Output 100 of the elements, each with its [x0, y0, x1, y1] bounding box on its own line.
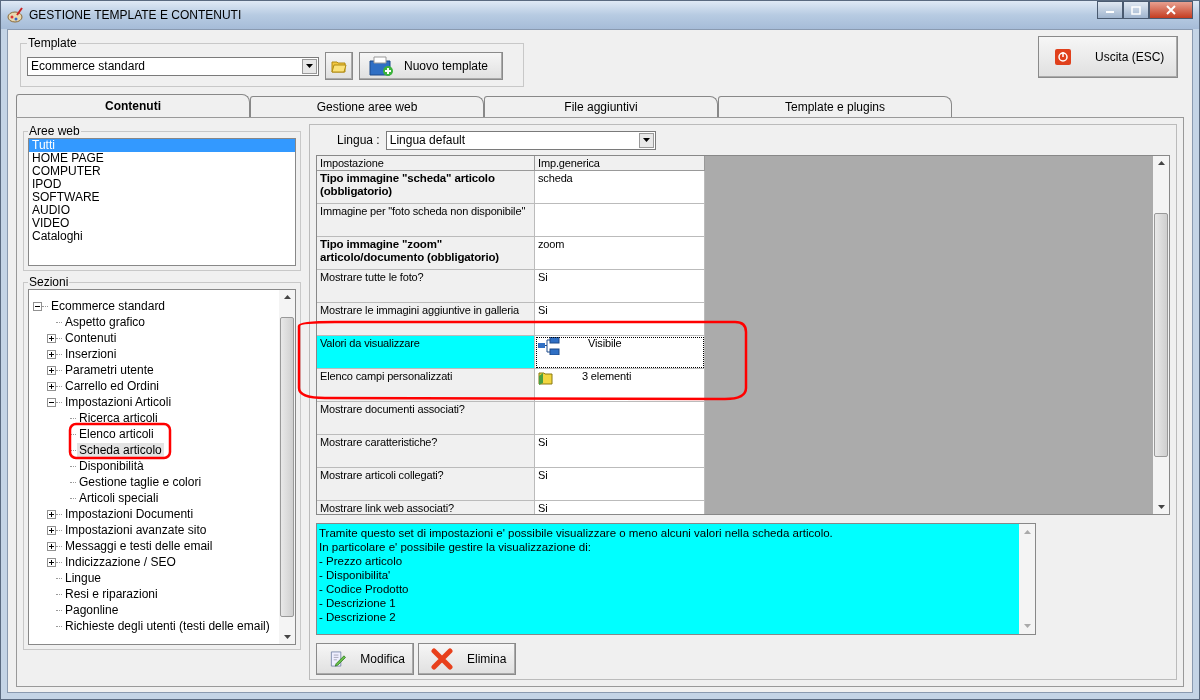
tree-item[interactable]: Parametri utente [63, 363, 156, 377]
scroll-thumb[interactable] [280, 317, 294, 617]
tree-item[interactable]: Impostazioni avanzate sito [63, 523, 209, 537]
list-item[interactable]: SOFTWARE [29, 191, 295, 204]
setting-cell[interactable]: Mostrare caratteristiche? [317, 435, 535, 468]
description-line: - Prezzo articolo [319, 554, 404, 568]
value-cell[interactable] [535, 402, 705, 435]
scroll-up-icon[interactable] [283, 295, 291, 299]
group-label: Sezioni [28, 275, 70, 289]
scroll-thumb[interactable] [1154, 213, 1168, 457]
collapse-icon[interactable] [33, 301, 42, 311]
tree-item[interactable]: Resi e riparazioni [63, 587, 160, 601]
expand-icon[interactable] [47, 509, 56, 519]
close-icon [1166, 5, 1176, 15]
tree-item[interactable]: Indicizzazione / SEO [63, 555, 178, 569]
list-item[interactable]: AUDIO [29, 204, 295, 217]
list-item[interactable]: VIDEO [29, 217, 295, 230]
tree-item[interactable]: Ricerca articoli [77, 411, 160, 425]
description-line: - Descrizione 2 [319, 610, 397, 624]
tab[interactable]: Template e plugins [718, 96, 952, 117]
value-cell[interactable] [535, 204, 705, 237]
tree-item[interactable]: Lingue [63, 571, 104, 585]
folder-icon [538, 370, 554, 386]
minimize-button[interactable] [1097, 1, 1123, 19]
setting-value: scheda [538, 172, 573, 185]
tab[interactable]: Gestione aree web [250, 96, 484, 117]
tree-item[interactable]: Elenco articoli [77, 427, 156, 441]
description-line: - Descrizione 1 [319, 596, 397, 610]
box-plus-icon [368, 55, 394, 77]
dropdown-arrow-icon [642, 138, 650, 142]
tree-item[interactable]: Impostazioni Articoli [63, 395, 174, 409]
value-cell[interactable]: Si [535, 435, 705, 468]
column-header[interactable]: Impostazione [317, 156, 535, 171]
tab[interactable]: File aggiuntivi [484, 96, 718, 117]
expand-icon[interactable] [47, 557, 56, 567]
setting-value: Si [538, 304, 548, 317]
tree-item[interactable]: Aspetto grafico [63, 315, 148, 329]
scrollbar[interactable] [1153, 156, 1169, 514]
setting-cell[interactable]: Mostrare documenti associati? [317, 402, 535, 435]
setting-value: Si [538, 436, 548, 449]
tree-item[interactable]: Pagonline [63, 603, 121, 617]
setting-value: Si [538, 502, 548, 514]
group-label: Template [27, 36, 78, 50]
setting-cell[interactable]: Valori da visualizzare [317, 336, 535, 369]
tree-item[interactable]: Contenuti [63, 331, 119, 345]
scroll-up-icon[interactable] [1157, 161, 1165, 165]
value-cell[interactable]: Visibile [535, 336, 705, 369]
value-cell[interactable]: scheda [535, 171, 705, 204]
scroll-down-icon[interactable] [1157, 505, 1165, 509]
close-button[interactable] [1149, 1, 1193, 19]
setting-cell[interactable]: Immagine per "foto scheda non disponibile" [317, 204, 535, 237]
expand-icon[interactable] [47, 525, 56, 535]
tree-item[interactable]: Messaggi e testi delle email [63, 539, 215, 553]
setting-cell[interactable]: Mostrare link web associati? [317, 501, 535, 514]
dropdown-arrow-icon [306, 64, 313, 68]
tree-item[interactable]: Inserzioni [63, 347, 119, 361]
setting-cell[interactable]: Mostrare articoli collegati? [317, 468, 535, 501]
language-label: Lingua : [337, 133, 380, 147]
value-cell[interactable]: Si [535, 270, 705, 303]
value-cell[interactable]: zoom [535, 237, 705, 270]
setting-cell[interactable]: Mostrare le immagini aggiuntive in galleria [317, 303, 535, 336]
expand-icon[interactable] [47, 381, 56, 391]
expand-icon[interactable] [47, 541, 56, 551]
value-cell[interactable]: Si [535, 468, 705, 501]
list-item[interactable]: COMPUTER [29, 165, 295, 178]
setting-cell[interactable]: Mostrare tutte le foto? [317, 270, 535, 303]
exit-button[interactable]: Uscita (ESC) [1038, 36, 1178, 78]
setting-cell[interactable]: Tipo immagine "scheda" articolo (obbligatorio) [317, 171, 535, 204]
edit-button[interactable]: Modifica [316, 643, 414, 675]
scroll-down-icon[interactable] [283, 635, 291, 639]
list-item[interactable]: HOME PAGE [29, 152, 295, 165]
tree-item[interactable]: Carrello ed Ordini [63, 379, 162, 393]
maximize-button[interactable] [1123, 1, 1149, 19]
open-folder-button[interactable] [325, 52, 353, 80]
expand-icon[interactable] [47, 365, 56, 375]
expand-icon[interactable] [47, 333, 56, 343]
expand-icon[interactable] [47, 349, 56, 359]
language-dropdown[interactable]: Lingua default [385, 130, 656, 150]
folder-icon [331, 59, 347, 73]
tree-item[interactable]: Impostazioni Documenti [63, 507, 196, 521]
template-dropdown[interactable]: Ecommerce standard [27, 56, 319, 76]
delete-button[interactable]: Elimina [418, 643, 516, 675]
tree-item[interactable]: Gestione taglie e colori [77, 475, 204, 489]
setting-value: Si [538, 469, 548, 482]
value-cell[interactable]: Si [535, 303, 705, 336]
tree-item[interactable]: Disponibilità [77, 459, 146, 473]
column-header[interactable]: Imp.generica [535, 156, 705, 171]
value-cell[interactable]: 3 elementi [535, 369, 705, 402]
tree-item[interactable]: Richieste degli utenti (testi delle email) [63, 619, 272, 633]
collapse-icon[interactable] [47, 397, 56, 407]
setting-cell[interactable]: Elenco campi personalizzati [317, 369, 535, 402]
scrollbar[interactable] [279, 290, 295, 644]
list-item[interactable]: Cataloghi [29, 230, 295, 243]
tab[interactable]: Contenuti [16, 94, 250, 117]
tree-item[interactable]: Ecommerce standard [49, 299, 168, 313]
tree-item[interactable]: Articoli speciali [77, 491, 161, 505]
new-template-button[interactable]: Nuovo template [359, 52, 503, 80]
tree-item[interactable]: Scheda articolo [77, 443, 164, 457]
list-item[interactable]: IPOD [29, 178, 295, 191]
setting-cell[interactable]: Tipo immagine "zoom" articolo/documento (obbligatorio) [317, 237, 535, 270]
